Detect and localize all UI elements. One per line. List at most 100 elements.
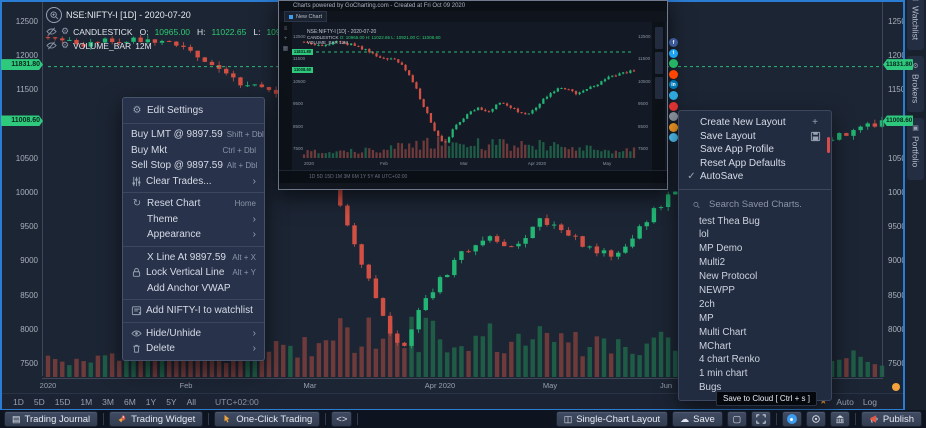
menu-item-edit-settings[interactable]: ⚙Edit Settings: [123, 101, 264, 120]
interval-button-1d[interactable]: 1D: [8, 397, 29, 407]
series-settings-icon[interactable]: ⚙: [61, 26, 69, 37]
scrollbar-thumb[interactable]: [827, 137, 830, 153]
saved-chart-newpp[interactable]: NEWPP: [679, 284, 831, 298]
saved-chart-1-min-chart[interactable]: 1 min chart: [679, 367, 831, 381]
volume-bar: [281, 345, 285, 377]
popup-price-tick: 7500: [638, 146, 648, 151]
menu-item-hide-unhide[interactable]: Hide/Unhide›: [123, 326, 264, 342]
menu-item-reset-chart[interactable]: ↻Reset ChartHome: [123, 196, 264, 212]
code-snippet-button[interactable]: <>: [331, 411, 352, 427]
interval-button-6m[interactable]: 6M: [119, 397, 141, 407]
button-label: One-Click Trading: [236, 414, 312, 425]
save-button[interactable]: ☁ Save: [672, 411, 723, 427]
menu-item-sell-stop-9897-59[interactable]: Sell Stop @ 9897.59Alt + Dbl: [123, 158, 264, 174]
candle-body: [481, 241, 485, 246]
timezone-label[interactable]: UTC+02:00: [215, 397, 259, 407]
menu-item-create-new-layout[interactable]: Create New Layout+: [679, 116, 831, 130]
menu-item-buy-lmt-9897-59[interactable]: Buy LMT @ 9897.59Shift + Dbl: [123, 127, 264, 143]
volume-bar: [578, 147, 580, 158]
price-tick: 9500: [888, 222, 905, 231]
share-email-icon[interactable]: [669, 112, 678, 121]
tab-watchlist[interactable]: ▤ Watchlist: [907, 0, 924, 50]
saved-chart-test-thea-bug[interactable]: test Thea Bug: [679, 215, 831, 229]
menu-item-theme[interactable]: Theme›: [123, 212, 264, 228]
interval-button-5d[interactable]: 5D: [29, 397, 50, 407]
candle-body: [866, 123, 870, 126]
menu-item-save-app-profile[interactable]: Save App Profile: [679, 143, 831, 157]
time-tick: Apr 2020: [425, 381, 455, 390]
series-settings-icon[interactable]: ⚙: [61, 40, 69, 51]
saved-chart-2ch[interactable]: 2ch: [679, 298, 831, 312]
volume-bar: [520, 141, 522, 158]
saved-chart-mp-demo[interactable]: MP Demo: [679, 242, 831, 256]
share-whatsapp-icon[interactable]: [669, 59, 678, 68]
volume-bar: [372, 150, 374, 158]
fullscreen-button[interactable]: [751, 411, 771, 427]
share-pinterest-icon[interactable]: [669, 102, 678, 111]
menu-item-add-nifty-i-to-watchlist[interactable]: Add NIFTY-I to watchlist: [123, 303, 264, 319]
search-input[interactable]: [707, 198, 821, 211]
target-button[interactable]: [806, 411, 826, 427]
trading-journal-button[interactable]: ▤ Trading Journal: [4, 411, 98, 427]
screenshot-region-button[interactable]: ▢: [727, 411, 747, 427]
share-telegram-icon[interactable]: [669, 91, 678, 100]
time-tick: Jun: [660, 381, 672, 390]
menu-item-delete[interactable]: Delete›: [123, 341, 264, 357]
single-chart-layout-button[interactable]: ◫ Single-Chart Layout: [556, 411, 668, 427]
menu-item-add-anchor-vwap[interactable]: Add Anchor VWAP: [123, 281, 264, 297]
tab-brokers[interactable]: ⚙ Brokers: [907, 56, 924, 112]
share-linkedin-icon[interactable]: in: [669, 80, 678, 89]
interval-button-1y[interactable]: 1Y: [141, 397, 161, 407]
saved-chart-lol[interactable]: lol: [679, 228, 831, 242]
menu-divider: [123, 299, 264, 300]
eye-off-icon[interactable]: [46, 26, 57, 37]
candle-body: [317, 45, 319, 46]
volume-bar: [666, 337, 670, 377]
interval-button-5y[interactable]: 5Y: [161, 397, 181, 407]
watchlist-icon: ▤: [912, 0, 919, 2]
exchange-button[interactable]: [830, 411, 850, 427]
gocharting-app: 1250012500120001200011500115001050010500…: [0, 0, 926, 428]
trading-widget-button[interactable]: Trading Widget: [109, 411, 203, 427]
eye-off-icon[interactable]: [46, 40, 57, 51]
interval-button-all[interactable]: All: [182, 397, 201, 407]
interval-button-15d[interactable]: 15D: [50, 397, 76, 407]
zoom-in-icon[interactable]: [46, 7, 62, 23]
volume-bar: [60, 362, 64, 377]
saved-chart-multi2[interactable]: Multi2: [679, 256, 831, 270]
interval-button-3m[interactable]: 3M: [97, 397, 119, 407]
share-reddit-icon[interactable]: [669, 70, 678, 79]
interval-button-1m[interactable]: 1M: [75, 397, 97, 407]
share-blogger-icon[interactable]: [669, 123, 678, 132]
menu-item-autosave[interactable]: ✓AutoSave: [679, 170, 831, 184]
auto-scale-toggle[interactable]: Auto: [836, 397, 854, 407]
share-twitter-icon[interactable]: t: [669, 49, 678, 58]
menu-item-buy-mkt[interactable]: Buy MktCtrl + Dbl: [123, 143, 264, 159]
saved-chart-4-chart-renko[interactable]: 4 chart Renko: [679, 353, 831, 367]
menu-item-x-line-at-9897-59[interactable]: X Line At 9897.59Alt + X: [123, 250, 264, 266]
share-skype-icon[interactable]: [669, 133, 678, 142]
log-scale-toggle[interactable]: Log: [863, 397, 877, 407]
one-click-trading-button[interactable]: One-Click Trading: [214, 411, 320, 427]
menu-item-reset-app-defaults[interactable]: Reset App Defaults: [679, 157, 831, 171]
saved-chart-mp[interactable]: MP: [679, 312, 831, 326]
menu-item-clear-trades[interactable]: Clear Trades...›: [123, 174, 264, 190]
snapshot-camera-button[interactable]: [782, 411, 802, 427]
publish-button[interactable]: Publish: [861, 411, 922, 427]
volume-bar: [338, 318, 342, 377]
menu-item-appearance[interactable]: Appearance›: [123, 227, 264, 243]
volume-bar: [516, 334, 520, 377]
volume-bar: [580, 356, 584, 377]
saved-chart-new-protocol[interactable]: New Protocol: [679, 270, 831, 284]
share-facebook-icon[interactable]: f: [669, 38, 678, 47]
saved-chart-multi-chart[interactable]: Multi Chart: [679, 326, 831, 340]
saved-chart-mchart[interactable]: MChart: [679, 340, 831, 354]
saved-charts-search[interactable]: [679, 195, 831, 215]
tab-portfolio[interactable]: ▣ Portfolio: [907, 118, 924, 180]
menu-item-lock-vertical-line[interactable]: Lock Vertical LineAlt + Y: [123, 265, 264, 281]
volume-bar: [117, 361, 121, 377]
chart-snapshot-popup[interactable]: Charts powered by GoCharting.com - Creat…: [278, 0, 668, 190]
candle-body: [502, 103, 504, 104]
candle-body: [588, 246, 592, 247]
menu-item-save-layout[interactable]: Save Layout: [679, 130, 831, 144]
